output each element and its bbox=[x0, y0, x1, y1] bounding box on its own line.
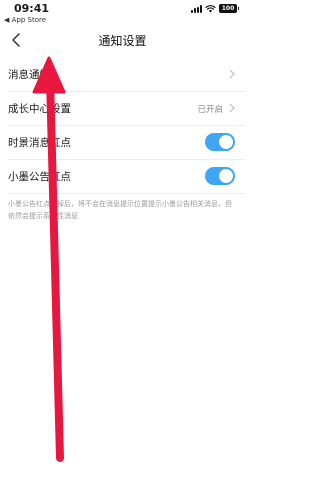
row-label: 成长中心设置 bbox=[8, 103, 71, 115]
moment-badge-toggle[interactable] bbox=[205, 133, 235, 151]
announcement-badge-toggle[interactable] bbox=[205, 167, 235, 185]
row-status: 已开启 bbox=[197, 105, 223, 115]
status-time: 09:41 bbox=[14, 2, 50, 15]
chevron-right-icon bbox=[229, 103, 235, 113]
settings-row-growth-center[interactable]: 成长中心设置 已开启 bbox=[8, 92, 245, 126]
settings-row-announcement-badge: 小墨公告红点 bbox=[8, 160, 245, 194]
row-label: 小墨公告红点 bbox=[8, 171, 71, 183]
settings-list: 消息通知 成长中心设置 已开启 时景消息红点 小墨公告红点 bbox=[0, 58, 245, 194]
back-to-app-store-link[interactable]: ◀ App Store bbox=[4, 16, 46, 24]
row-label: 消息通知 bbox=[8, 69, 50, 81]
page-title: 通知设置 bbox=[98, 34, 147, 48]
battery-icon: 100 bbox=[219, 4, 239, 13]
cellular-signal-icon bbox=[191, 4, 202, 13]
settings-row-moment-badge: 时景消息红点 bbox=[8, 126, 245, 160]
footnote-text: 小墨公告红点关掉后，将不会在消息提示位置提示小墨公告相关消息，但依然会提示系统性… bbox=[8, 200, 232, 220]
status-bar: 09:41 ◀ App Store 100 bbox=[0, 0, 245, 26]
settings-row-message-notification[interactable]: 消息通知 bbox=[8, 58, 245, 92]
wifi-icon bbox=[205, 4, 216, 13]
chevron-right-icon bbox=[229, 69, 235, 79]
status-icons: 100 bbox=[191, 4, 239, 13]
row-label: 时景消息红点 bbox=[8, 137, 71, 149]
nav-bar: 通知设置 bbox=[0, 28, 245, 54]
